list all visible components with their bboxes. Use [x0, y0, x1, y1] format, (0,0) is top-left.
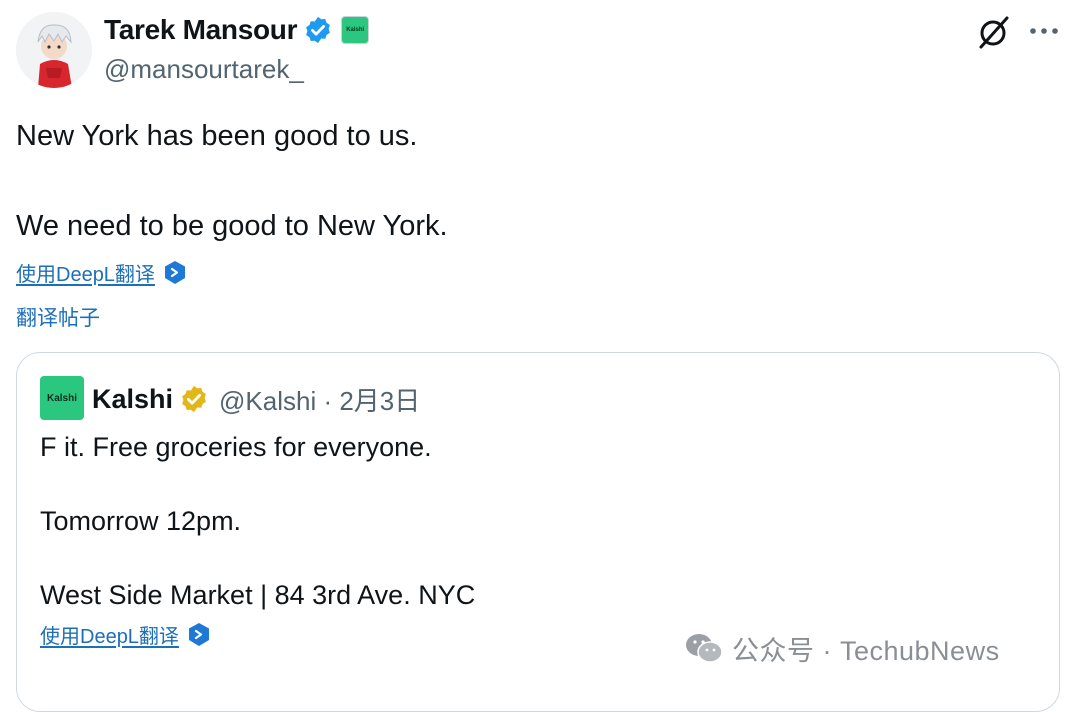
more-icon[interactable] — [1028, 24, 1060, 38]
author-handle[interactable]: @mansourtarek_ — [104, 54, 304, 85]
wechat-watermark: 公众号 · TechubNews — [684, 628, 1000, 668]
quoted-text-line-1: F it. Free groceries for everyone. — [40, 432, 432, 462]
kalshi-avatar-label: Kalshi — [46, 392, 77, 404]
deepl-icon — [188, 622, 209, 646]
affiliate-badge[interactable]: Kalshi — [341, 16, 370, 44]
quoted-translate-deepl-link[interactable]: 使用DeepL翻译 — [40, 620, 211, 649]
quoted-author-name[interactable]: Kalshi — [92, 384, 173, 415]
quoted-text-line-3: West Side Market | 84 3rd Ave. NYC — [40, 580, 476, 610]
translate-post-link[interactable]: 翻译帖子 — [16, 302, 100, 332]
quoted-handle-date[interactable]: @Kalshi · 2月3日 — [219, 381, 420, 418]
quoted-post-header: Kalshi @Kalshi · 2月3日 — [92, 380, 420, 418]
translate-deepl-label: 使用DeepL翻译 — [16, 264, 155, 286]
author-avatar[interactable] — [16, 12, 92, 88]
tweet-text-line-1: New York has been good to us. — [16, 120, 418, 152]
author-name-row: Tarek Mansour Kalshi — [104, 12, 370, 48]
translate-deepl-link[interactable]: 使用DeepL翻译 — [16, 258, 187, 287]
tweet-text-line-2: We need to be good to New York. — [16, 210, 448, 242]
watermark-text: 公众号 · TechubNews — [732, 635, 1000, 666]
deepl-icon — [164, 260, 185, 284]
kalshi-avatar[interactable]: Kalshi — [40, 376, 84, 420]
author-name[interactable]: Tarek Mansour — [104, 14, 298, 46]
quoted-text-line-2: Tomorrow 12pm. — [40, 506, 242, 536]
verified-check-icon — [306, 16, 331, 44]
grok-icon[interactable] — [976, 14, 1012, 50]
gold-verified-check-icon — [182, 385, 206, 413]
wechat-icon — [686, 634, 723, 663]
quoted-translate-deepl-label: 使用DeepL翻译 — [40, 626, 179, 648]
affiliate-badge-label: Kalshi — [346, 27, 365, 33]
